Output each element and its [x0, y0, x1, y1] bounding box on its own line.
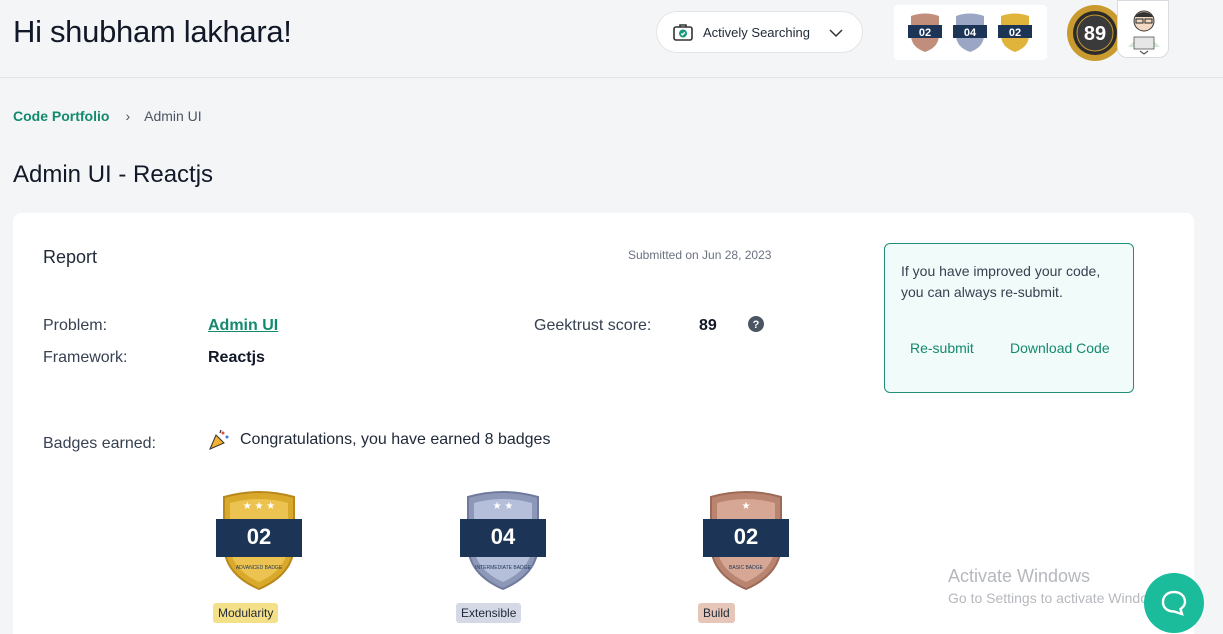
watermark-line1: Activate Windows: [948, 566, 1091, 586]
basic-badge: ★ 02 BASIC BADGE: [703, 491, 789, 591]
mini-badge-count: 04: [964, 27, 977, 39]
profile-menu[interactable]: [1117, 0, 1169, 58]
mini-badges-strip[interactable]: 02 04 02: [894, 5, 1047, 60]
mini-badge-count: 02: [919, 27, 931, 39]
download-code-button[interactable]: Download Code: [1010, 340, 1110, 356]
submitted-date: Submitted on Jun 28, 2023: [628, 248, 772, 262]
greeting: Hi shubham lakhara!: [13, 14, 292, 49]
avatar: [1128, 10, 1160, 55]
svg-text:★ ★: ★ ★: [493, 501, 514, 512]
briefcase-check-icon: [673, 24, 693, 41]
score-value: 89: [699, 317, 717, 334]
mini-badge-count: 02: [1009, 27, 1021, 39]
breadcrumb: Code Portfolio › Admin UI: [13, 108, 202, 124]
badge-tag-build: Build: [698, 603, 735, 623]
badge-count: 02: [734, 524, 758, 549]
status-label: Actively Searching: [703, 24, 810, 40]
intermediate-badge: ★ ★ 04 INTERMEDIATE BADGE: [460, 491, 546, 591]
resubmit-text: If you have improved your code, you can …: [901, 263, 1101, 300]
breadcrumb-current: Admin UI: [144, 108, 202, 124]
score-label: Geektrust score:: [534, 317, 652, 334]
watermark-line2: Go to Settings to activate Windows.: [948, 590, 1169, 606]
chevron-down-icon: [1139, 50, 1149, 55]
framework-value: Reactjs: [208, 349, 265, 366]
report-title: Report: [43, 247, 98, 267]
party-popper-icon: [209, 429, 229, 450]
badge-tag-modularity: Modularity: [213, 603, 279, 623]
chevron-down-icon: [829, 29, 843, 38]
badges-congrats: Congratulations, you have earned 8 badge…: [240, 431, 551, 448]
badge-count: 02: [247, 524, 271, 549]
score-medal-value: 89: [1084, 23, 1106, 45]
resubmit-button[interactable]: Re-submit: [910, 340, 974, 356]
badge-subtitle: ADVANCED BADGE: [236, 565, 283, 571]
problem-link[interactable]: Admin UI: [208, 317, 278, 335]
badge-subtitle: INTERMEDIATE BADGE: [475, 565, 531, 571]
mini-badge-silver: 04: [953, 13, 987, 52]
problem-label: Problem:: [43, 317, 108, 334]
svg-text:?: ?: [753, 319, 760, 331]
page-title: Admin UI - Reactjs: [13, 161, 214, 188]
status-dropdown[interactable]: Actively Searching: [656, 11, 863, 53]
windows-activation-watermark: Activate Windows Go to Settings to activ…: [948, 566, 1169, 606]
badges-label: Badges earned:: [43, 435, 156, 452]
chat-button[interactable]: [1144, 573, 1204, 633]
resubmit-panel: If you have improved your code, you can …: [884, 243, 1134, 393]
svg-text:★: ★: [742, 501, 751, 512]
question-icon[interactable]: ?: [748, 316, 764, 332]
framework-label: Framework:: [43, 349, 128, 366]
chat-bubble-icon: [1161, 590, 1187, 616]
chevron-right-icon: ›: [125, 108, 131, 124]
advanced-badge: ★ ★ ★ 02 ADVANCED BADGE: [216, 491, 302, 591]
mini-badge-gold: 02: [998, 13, 1032, 52]
top-bar: Hi shubham lakhara! Actively Searching 0…: [0, 0, 1223, 78]
badge-subtitle: BASIC BADGE: [729, 565, 764, 571]
mini-badge-bronze: 02: [908, 13, 942, 52]
svg-text:★ ★ ★: ★ ★ ★: [243, 501, 275, 512]
badge-tag-extensible: Extensible: [456, 603, 522, 623]
breadcrumb-code-portfolio[interactable]: Code Portfolio: [13, 108, 109, 124]
badge-count: 04: [491, 524, 516, 549]
